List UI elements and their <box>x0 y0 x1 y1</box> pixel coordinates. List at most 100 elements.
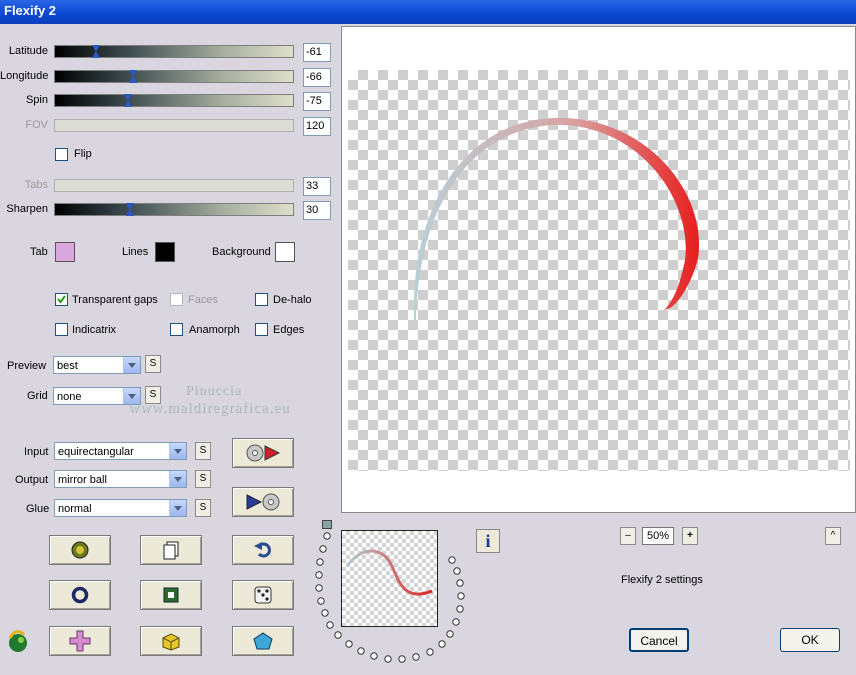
info-button[interactable]: i <box>476 529 500 553</box>
sharpen-label: Sharpen <box>6 203 48 215</box>
sharpen-slider[interactable] <box>54 203 294 216</box>
preview-quality-value: best <box>57 360 78 372</box>
sharpen-slider-thumb[interactable] <box>125 203 134 216</box>
chevron-down-icon[interactable] <box>169 471 186 487</box>
edges-checkbox[interactable] <box>255 323 268 336</box>
globe-icon <box>71 541 89 559</box>
undo-button[interactable] <box>232 535 294 565</box>
spin-slider[interactable] <box>54 94 294 107</box>
glue-label: Glue <box>26 503 50 515</box>
cube-button[interactable] <box>140 626 202 656</box>
settings-label: Flexify 2 settings <box>621 574 703 586</box>
glue-value: normal <box>58 503 92 515</box>
fov-slider <box>54 119 294 132</box>
title-bar: Flexify 2 <box>0 0 856 24</box>
preview-quality-label: Preview <box>7 360 47 372</box>
ring-button[interactable] <box>49 580 111 610</box>
random-button[interactable] <box>232 580 294 610</box>
zoom-out-button[interactable]: – <box>620 527 636 545</box>
ring-icon <box>71 586 89 604</box>
cross-icon <box>69 630 91 652</box>
flexify-logo-icon <box>8 630 27 652</box>
anamorph-checkbox[interactable] <box>170 323 183 336</box>
preview-quality-select[interactable]: best <box>53 356 141 374</box>
longitude-slider[interactable] <box>54 70 294 83</box>
sharpen-value[interactable]: 30 <box>303 201 331 220</box>
spin-label: Spin <box>25 94 48 106</box>
app-logo <box>4 628 30 657</box>
indicatrix-checkbox[interactable] <box>55 323 68 336</box>
fov-label: FOV <box>25 119 48 131</box>
tab-color-label: Tab <box>30 246 48 258</box>
pentagon-icon <box>253 632 273 650</box>
cross-shape-button[interactable] <box>49 626 111 656</box>
check-icon <box>57 295 66 304</box>
square-frame-button[interactable] <box>140 580 202 610</box>
output-s-button[interactable]: S <box>195 470 211 488</box>
input-s-button[interactable]: S <box>195 442 211 460</box>
chevron-down-icon[interactable] <box>123 357 140 373</box>
output-label: Output <box>15 474 49 486</box>
faces-checkbox <box>170 293 183 306</box>
fov-value: 120 <box>303 117 331 136</box>
grid-value: none <box>57 391 82 403</box>
glue-select[interactable]: normal <box>54 499 187 517</box>
globe-button[interactable] <box>49 535 111 565</box>
faces-label: Faces <box>188 294 218 306</box>
transparent-gaps-label: Transparent gaps <box>72 294 158 306</box>
grid-label: Grid <box>27 390 48 402</box>
edges-label: Edges <box>273 324 305 336</box>
chevron-down-icon[interactable] <box>169 443 186 459</box>
glue-s-button[interactable]: S <box>195 499 211 517</box>
latitude-label: Latitude <box>8 45 48 57</box>
cube-icon <box>162 633 180 651</box>
spin-value[interactable]: -75 <box>303 92 331 111</box>
preview-arc-image <box>413 117 700 320</box>
flip-checkbox[interactable] <box>55 148 68 161</box>
indicatrix-label: Indicatrix <box>72 324 117 336</box>
background-color-label: Background <box>212 246 271 258</box>
tabs-slider <box>54 179 294 192</box>
input-projection-select[interactable]: equirectangular <box>54 442 187 460</box>
copy-button[interactable] <box>140 535 202 565</box>
de-halo-checkbox[interactable] <box>255 293 268 306</box>
chevron-down-icon[interactable] <box>169 500 186 516</box>
rotation-dial[interactable] <box>312 525 472 665</box>
output-projection-value: mirror ball <box>58 474 107 486</box>
background-color-swatch[interactable] <box>275 242 295 262</box>
play-disc-icon <box>246 493 280 511</box>
lines-color-label: Lines <box>122 246 149 258</box>
latitude-slider[interactable] <box>54 45 294 58</box>
pentagon-button[interactable] <box>232 626 294 656</box>
tab-color-swatch[interactable] <box>55 242 75 262</box>
spin-slider-thumb[interactable] <box>123 94 132 107</box>
copy-icon <box>163 541 179 560</box>
scroll-up-button[interactable]: ^ <box>825 527 841 545</box>
disc-play-icon <box>246 444 281 462</box>
preview-panel[interactable] <box>341 26 856 513</box>
latitude-slider-thumb[interactable] <box>91 45 100 58</box>
zoom-level: 50% <box>642 527 674 545</box>
save-output-button[interactable] <box>232 487 294 517</box>
longitude-label: Longitude <box>0 70 49 82</box>
load-input-button[interactable] <box>232 438 294 468</box>
preview-s-button[interactable]: S <box>145 355 161 373</box>
anamorph-label: Anamorph <box>189 324 240 336</box>
undo-icon <box>254 542 271 558</box>
square-frame-icon <box>163 587 179 603</box>
input-projection-value: equirectangular <box>58 446 134 458</box>
cancel-button[interactable]: Cancel <box>629 628 689 652</box>
longitude-value[interactable]: -66 <box>303 68 331 87</box>
tabs-label: Tabs <box>24 179 48 191</box>
lines-color-swatch[interactable] <box>155 242 175 262</box>
zoom-in-button[interactable]: + <box>682 527 698 545</box>
dice-icon <box>254 586 272 604</box>
input-label: Input <box>24 446 49 458</box>
output-projection-select[interactable]: mirror ball <box>54 470 187 488</box>
preview-canvas <box>348 70 850 471</box>
latitude-value[interactable]: -61 <box>303 43 331 62</box>
window-title: Flexify 2 <box>4 3 57 18</box>
transparent-gaps-checkbox[interactable] <box>55 293 68 306</box>
ok-button[interactable]: OK <box>780 628 840 652</box>
longitude-slider-thumb[interactable] <box>128 70 137 83</box>
